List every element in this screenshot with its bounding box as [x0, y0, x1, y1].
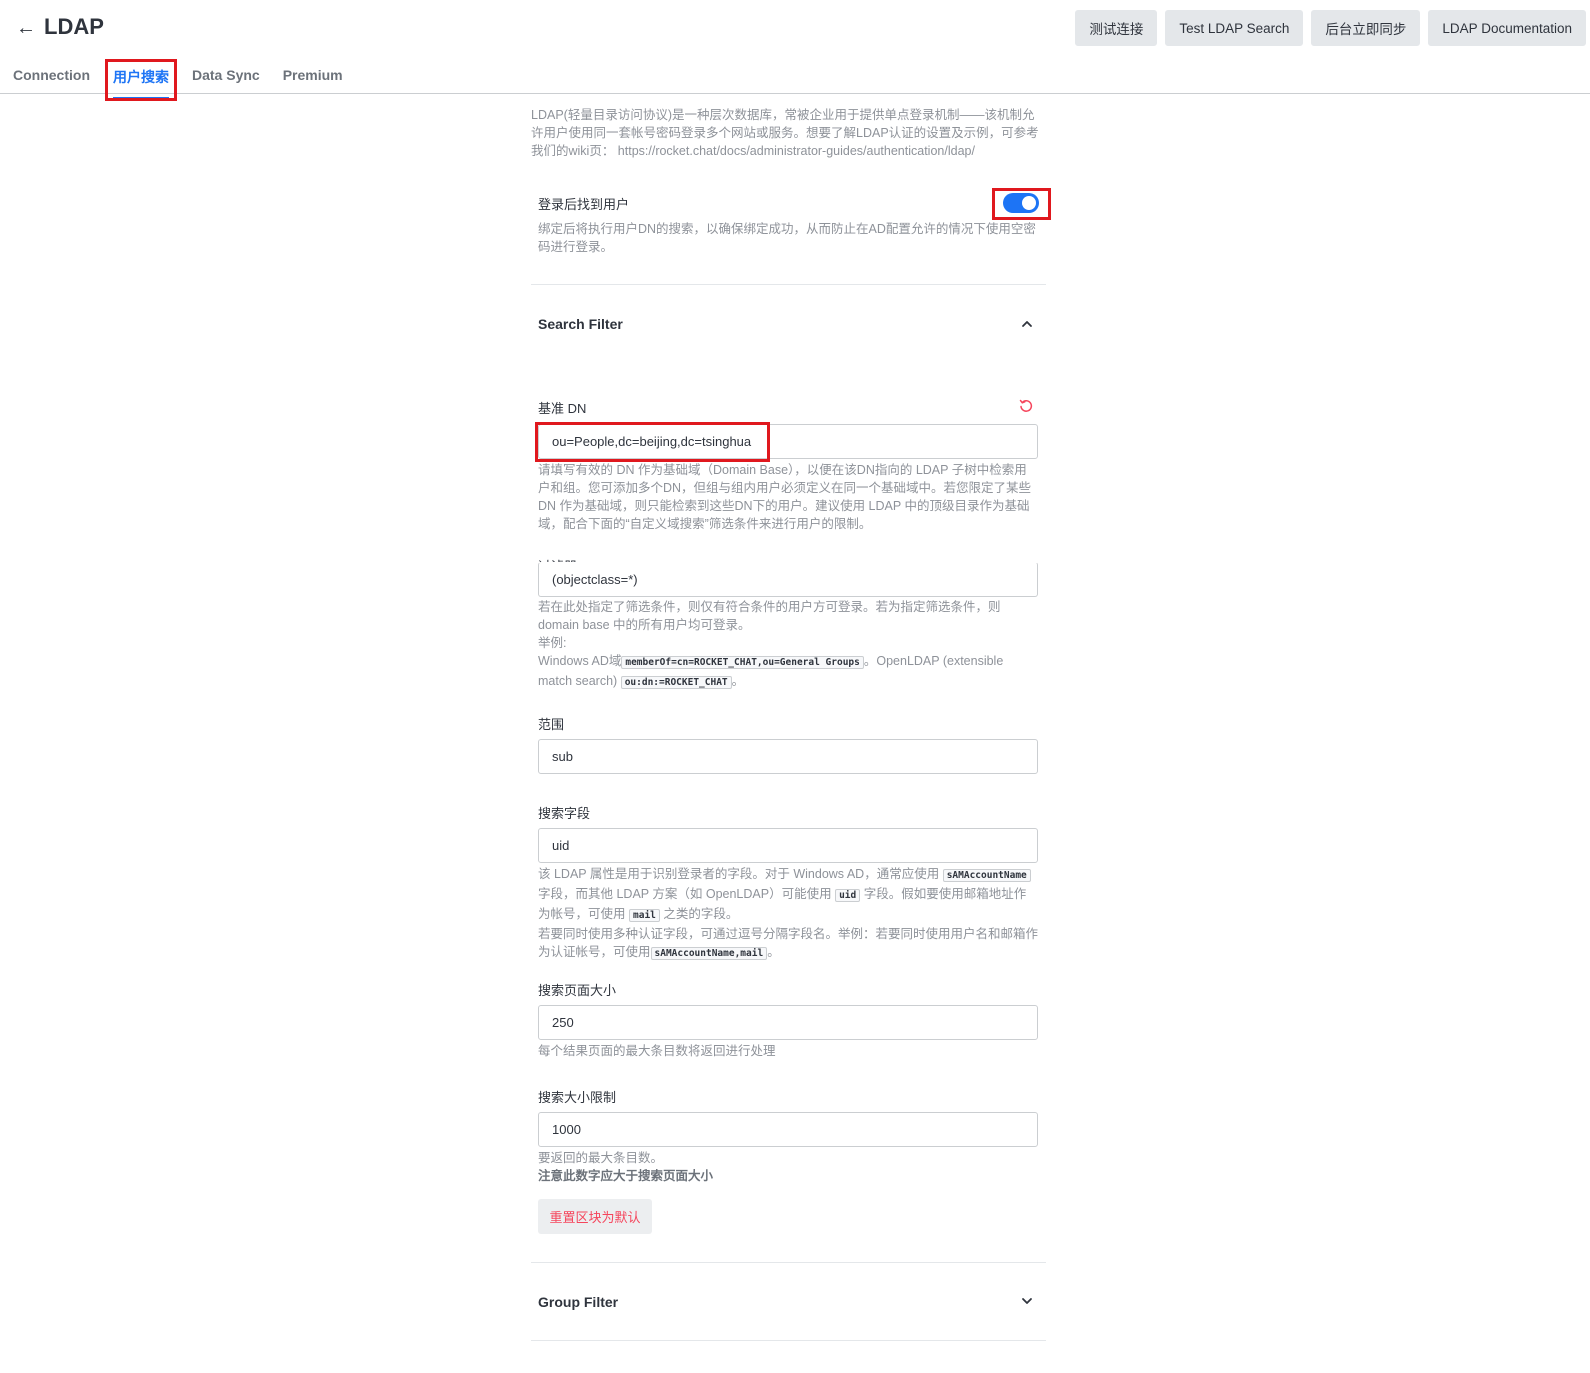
section-divider: [531, 1262, 1046, 1263]
scope-input[interactable]: sub: [538, 739, 1038, 774]
section-divider: [531, 1340, 1046, 1341]
page-header: ← LDAP 测试连接 Test LDAP Search 后台立即同步 LDAP…: [0, 0, 1590, 99]
size-limit-hint2-prefix: 注意此数字应大于: [538, 1169, 639, 1183]
tab-bar: Connection 用户搜索 Data Sync Premium: [13, 60, 366, 99]
filter-hint-line1: 若在此处指定了筛选条件，则仅有符合条件的用户方可登录。若为指定筛选条件，则 do…: [538, 600, 1001, 632]
page-size-hint: 每个结果页面的最大条目数将返回进行处理: [538, 1044, 776, 1058]
reset-section-button[interactable]: 重置区块为默认: [538, 1199, 652, 1234]
base-dn-input[interactable]: ou=People,dc=beijing,dc=tsinghua: [538, 424, 1038, 459]
ldap-documentation-button[interactable]: LDAP Documentation: [1428, 10, 1586, 46]
scope-label: 范围: [538, 717, 565, 732]
page-title: LDAP: [44, 14, 104, 39]
search-field-hint-code4: sAMAccountName,mail: [650, 947, 768, 960]
search-field-hint-p4: 之类的字段。: [663, 907, 739, 921]
sync-now-button[interactable]: 后台立即同步: [1311, 10, 1421, 46]
base-dn-hint: 请填写有效的 DN 作为基础域（Domain Base），以便在该DN指向的 L…: [538, 463, 1032, 531]
group-filter-section-title[interactable]: Group Filter: [538, 1294, 618, 1310]
size-limit-label: 搜索大小限制: [538, 1090, 617, 1105]
header-actions: 测试连接 Test LDAP Search 后台立即同步 LDAP Docume…: [1075, 10, 1586, 46]
test-ldap-search-button[interactable]: Test LDAP Search: [1165, 10, 1304, 46]
page-size-input[interactable]: 250: [538, 1005, 1038, 1040]
search-field-hint-code2: uid: [835, 889, 861, 902]
search-field-label: 搜索字段: [538, 806, 591, 821]
chevron-up-icon[interactable]: [1020, 317, 1034, 331]
tab-connection[interactable]: Connection: [13, 60, 90, 98]
filter-hint-ad: Windows AD域: [538, 654, 622, 668]
toggle-knob: [1022, 196, 1036, 210]
size-limit-input[interactable]: 1000: [538, 1112, 1038, 1147]
search-field-hint-p6: 。: [767, 945, 780, 959]
filter-hint-ad-code: memberOf=cn=ROCKET_CHAT,ou=General Group…: [621, 656, 864, 669]
find-user-after-login-toggle[interactable]: [1003, 193, 1039, 213]
filter-hint: 若在此处指定了筛选条件，则仅有符合条件的用户方可登录。若为指定筛选条件，则 do…: [538, 598, 1038, 692]
reset-icon[interactable]: [1018, 398, 1034, 414]
search-filter-section-title[interactable]: Search Filter: [538, 316, 623, 332]
search-field-hint-p5: 若要同时使用多种认证字段，可通过逗号分隔字段名。举例：若要同时使用用户名和邮箱作…: [538, 927, 1039, 959]
filter-input[interactable]: (objectclass=*): [538, 562, 1038, 597]
section-divider: [531, 284, 1046, 285]
test-connection-button[interactable]: 测试连接: [1075, 10, 1158, 46]
search-field-hint: 该 LDAP 属性是用于识别登录者的字段。对于 Windows AD，通常应使用…: [538, 865, 1038, 963]
size-limit-hint: 要返回的最大条目数。 注意此数字应大于搜索页面大小: [538, 1149, 1038, 1185]
search-field-hint-code1: sAMAccountName: [942, 869, 1031, 882]
page-size-label: 搜索页面大小: [538, 983, 617, 998]
filter-hint-openldap-code: ou:dn:=ROCKET_CHAT: [620, 676, 732, 689]
tab-user-search[interactable]: 用户搜索: [113, 60, 169, 99]
arrow-left-icon[interactable]: ←: [14, 16, 38, 40]
chevron-down-icon[interactable]: [1020, 1294, 1034, 1308]
base-dn-label: 基准 DN: [538, 401, 587, 416]
search-field-input[interactable]: uid: [538, 828, 1038, 863]
search-field-hint-code3: mail: [629, 909, 660, 922]
search-field-hint-p1: 该 LDAP 属性是用于识别登录者的字段。对于 Windows AD，通常应使用: [538, 867, 940, 881]
intro-text: LDAP(轻量目录访问协议)是一种层次数据库，常被企业用于提供单点登录机制——该…: [531, 108, 1039, 158]
search-field-hint-p2: 字段，而其他 LDAP 方案（如 OpenLDAP）可能使用: [538, 887, 832, 901]
find-user-after-login-hint: 绑定后将执行用户DN的搜索，以确保绑定成功，从而防止在AD配置允许的情况下使用空…: [538, 222, 1036, 254]
tab-data-sync[interactable]: Data Sync: [192, 60, 260, 98]
filter-hint-example: 举例:: [538, 636, 567, 650]
size-limit-hint2-bold: 搜索页面大小: [638, 1169, 714, 1183]
tab-premium[interactable]: Premium: [283, 60, 343, 98]
find-user-after-login-label: 登录后找到用户: [538, 197, 630, 212]
filter-hint-end: 。: [731, 674, 745, 688]
size-limit-hint1: 要返回的最大条目数。: [538, 1151, 664, 1165]
